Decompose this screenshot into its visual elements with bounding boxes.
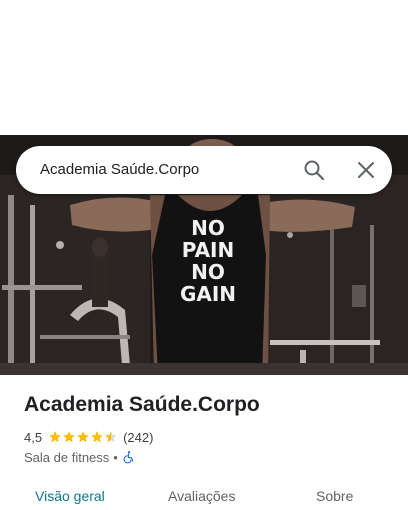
tab-reviews[interactable]: Avaliações	[168, 488, 235, 504]
shirt-text-line-1: NO	[191, 216, 225, 240]
close-icon[interactable]	[354, 158, 378, 182]
top-blank-area	[0, 0, 408, 135]
star-icon	[49, 431, 61, 443]
rating-value: 4,5	[24, 429, 43, 445]
review-count[interactable]: (242)	[123, 430, 153, 445]
shirt-text-line-2: PAIN	[182, 238, 234, 262]
wheelchair-icon[interactable]	[122, 450, 136, 464]
search-icon[interactable]	[302, 158, 326, 182]
separator-dot: •	[113, 449, 118, 465]
star-icon	[91, 431, 103, 443]
category-row: Sala de fitness •	[24, 449, 136, 465]
star-icon	[77, 431, 89, 443]
tab-about[interactable]: Sobre	[316, 488, 353, 504]
rating-row[interactable]: 4,5 (242)	[24, 428, 153, 446]
place-tabs: Visão geral Avaliações Sobre	[0, 480, 408, 510]
star-rating	[48, 430, 118, 444]
search-input[interactable]: Academia Saúde.Corpo	[40, 161, 199, 178]
place-title: Academia Saúde.Corpo	[24, 393, 260, 416]
star-icon	[105, 431, 117, 443]
search-bar[interactable]: Academia Saúde.Corpo	[16, 146, 392, 194]
tab-overview[interactable]: Visão geral	[35, 488, 105, 504]
star-icon	[63, 431, 75, 443]
shirt-text-line-4: GAIN	[180, 282, 236, 306]
category-label: Sala de fitness	[24, 449, 110, 465]
shirt-text-line-3: NO	[191, 260, 225, 284]
